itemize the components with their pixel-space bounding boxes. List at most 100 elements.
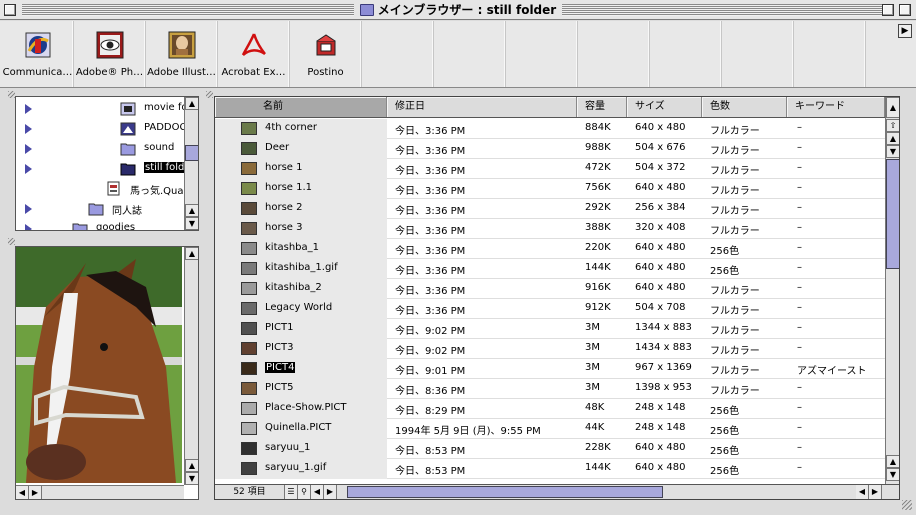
table-row[interactable]: horse 2 今日、3:36 PM 292K 256 x 384 フルカラー – <box>215 199 885 219</box>
launcher-empty-slot[interactable] <box>578 21 650 87</box>
cell-modified: 今日、3:36 PM <box>395 246 466 257</box>
table-row[interactable]: horse 1 今日、3:36 PM 472K 504 x 372 フルカラー – <box>215 159 885 179</box>
table-row[interactable]: Quinella.PICT 1994年 5月 9日 (月)、9:55 PM 44K 2… <box>215 419 885 439</box>
tree-item[interactable]: 同人誌 <box>16 199 184 219</box>
launcher-item-illustrator[interactable]: Adobe Illust… <box>146 21 218 87</box>
scroll-down-button[interactable]: ▼ <box>185 217 198 230</box>
disclosure-triangle-icon[interactable] <box>25 144 32 154</box>
cell-name: PICT4 <box>265 362 296 373</box>
scroll-up-button[interactable]: ▲ <box>185 204 198 217</box>
table-row[interactable]: PICT5 今日、8:36 PM 3M 1398 x 953 フルカラー – <box>215 379 885 399</box>
cell-name: horse 1.1 <box>265 182 313 193</box>
cell-colors: フルカラー <box>710 146 760 157</box>
preview-horizontal-scrollbar[interactable]: ◀ ▶ <box>16 485 184 499</box>
window-resize-grip[interactable] <box>902 500 912 510</box>
column-header-colors[interactable]: 色数 <box>702 97 787 117</box>
table-row[interactable]: horse 3 今日、3:36 PM 388K 320 x 408 フルカラー – <box>215 219 885 239</box>
scroll-to-top-button[interactable]: ⇧ <box>886 119 899 132</box>
table-row[interactable]: PICT1 今日、9:02 PM 3M 1344 x 883 フルカラー – <box>215 319 885 339</box>
cell-colors: フルカラー <box>710 206 760 217</box>
table-row[interactable]: horse 1.1 今日、3:36 PM 756K 640 x 480 フルカラー – <box>215 179 885 199</box>
launcher-empty-slot[interactable] <box>506 21 578 87</box>
disclosure-triangle-icon[interactable] <box>25 124 32 134</box>
disclosure-triangle-icon[interactable] <box>25 204 32 214</box>
collapse-box[interactable] <box>899 4 911 16</box>
scroll-up-button[interactable]: ▲ <box>185 247 198 260</box>
table-row[interactable]: PICT3 今日、9:02 PM 3M 1434 x 883 フルカラー – <box>215 339 885 359</box>
disclosure-triangle-icon[interactable] <box>25 164 32 174</box>
launcher-empty-slot[interactable] <box>650 21 722 87</box>
launcher-item-acrobat[interactable]: Acrobat Ex… <box>218 21 290 87</box>
scroll-up-button[interactable]: ▲ <box>886 455 899 468</box>
launcher-empty-slot[interactable] <box>362 21 434 87</box>
cell-modified: 今日、3:36 PM <box>395 126 466 137</box>
table-row[interactable]: saryuu_1 今日、8:53 PM 228K 640 x 480 256色 – <box>215 439 885 459</box>
preview-resize-grip[interactable] <box>8 238 15 245</box>
scroll-right-button[interactable]: ▶ <box>324 485 337 499</box>
scroll-right-button[interactable]: ▶ <box>29 486 42 499</box>
scroll-thumb[interactable] <box>185 145 198 161</box>
table-row[interactable]: kitashiba_2 今日、3:36 PM 916K 640 x 480 フルカラー – <box>215 279 885 299</box>
scroll-thumb[interactable] <box>886 159 899 269</box>
cell-size: 640 x 480 <box>635 442 686 453</box>
tree-scrollbar[interactable]: ▲ ▲ ▼ <box>184 97 198 230</box>
disclosure-triangle-icon[interactable] <box>25 104 32 114</box>
preview-vertical-scrollbar[interactable]: ▲ ▲ ▼ <box>184 247 198 485</box>
cell-modified: 今日、8:53 PM <box>395 446 466 457</box>
launcher-item-photoshop[interactable]: Adobe® Ph… <box>74 21 146 87</box>
launcher-label: Acrobat Ex… <box>221 67 286 78</box>
list-resize-grip[interactable] <box>206 91 213 98</box>
column-header-keywords[interactable]: キーワード <box>787 97 885 117</box>
launcher-item-communicator[interactable]: Communica… <box>2 21 74 87</box>
launcher-empty-slot[interactable] <box>794 21 866 87</box>
launcher-scroll-right-button[interactable]: ▶ <box>898 24 912 38</box>
column-sort-button[interactable]: ▲ <box>886 97 899 118</box>
launcher-item-postino[interactable]: Postino <box>290 21 362 87</box>
scroll-left-button[interactable]: ◀ <box>856 485 869 499</box>
scroll-down-button[interactable]: ▼ <box>185 472 198 485</box>
scroll-down-button[interactable]: ▼ <box>886 145 899 158</box>
cell-keyword: – <box>797 262 802 273</box>
image-thumbnail-icon <box>241 422 257 435</box>
column-header-modified[interactable]: 修正日 <box>387 97 577 117</box>
scroll-up-button[interactable]: ▲ <box>185 459 198 472</box>
cell-modified: 今日、8:53 PM <box>395 466 466 477</box>
table-row[interactable]: kitashba_1 今日、3:36 PM 220K 640 x 480 256色 – <box>215 239 885 259</box>
table-row[interactable]: saryuu_1.gif 今日、8:53 PM 144K 640 x 480 256色 – <box>215 459 885 479</box>
zoom-box[interactable] <box>882 4 894 16</box>
tree-resize-grip[interactable] <box>8 91 15 98</box>
launcher-empty-slot[interactable] <box>722 21 794 87</box>
scroll-down-button[interactable]: ▼ <box>886 468 899 481</box>
tree-item[interactable]: PADDOCK <box>16 119 193 139</box>
tree-item[interactable]: movie fo <box>16 99 188 119</box>
table-row[interactable]: Deer 今日、3:36 PM 988K 504 x 676 フルカラー – <box>215 139 885 159</box>
column-header-name[interactable]: 名前 <box>215 97 387 117</box>
tree-item[interactable]: 馬っ気.Quar <box>16 179 188 199</box>
scroll-right-button[interactable]: ▶ <box>869 485 882 499</box>
cell-modified: 今日、8:36 PM <box>395 386 466 397</box>
horizontal-scroll-thumb[interactable] <box>347 486 663 498</box>
tree-item[interactable]: goodies <box>16 219 184 230</box>
table-row[interactable]: Place-Show.PICT 今日、8:29 PM 48K 248 x 148 256… <box>215 399 885 419</box>
scroll-up-button[interactable]: ▲ <box>185 97 198 110</box>
table-row[interactable]: 4th corner 今日、3:36 PM 884K 640 x 480 フルカラー – <box>215 119 885 139</box>
column-header-capacity[interactable]: 容量 <box>577 97 627 117</box>
column-header-size[interactable]: サイズ <box>627 97 702 117</box>
tree-item[interactable]: sound <box>16 139 184 159</box>
image-thumbnail-icon <box>241 322 257 335</box>
list-view-icon[interactable]: ☰ <box>285 485 298 499</box>
scroll-left-button[interactable]: ◀ <box>311 485 324 499</box>
search-icon[interactable]: ⚲ <box>298 485 311 499</box>
scroll-up-button[interactable]: ▲ <box>886 132 899 145</box>
scroll-left-button[interactable]: ◀ <box>16 486 29 499</box>
table-row[interactable]: PICT4 今日、9:01 PM 3M 967 x 1369 フルカラー アズマイースト <box>215 359 885 379</box>
table-row[interactable]: kitashiba_1.gif 今日、3:36 PM 144K 640 x 480 25… <box>215 259 885 279</box>
launcher-empty-slot[interactable] <box>434 21 506 87</box>
list-vertical-scrollbar[interactable]: ▲ ⇧ ▲ ▼ ▲ ▼ <box>885 97 899 485</box>
table-row[interactable]: Legacy World 今日、3:36 PM 912K 504 x 708 フルカラー… <box>215 299 885 319</box>
cell-capacity: 3M <box>585 322 600 333</box>
disclosure-triangle-icon[interactable] <box>25 224 32 230</box>
cell-name: saryuu_1 <box>265 442 311 453</box>
title-bar[interactable]: メインブラウザー : still folder <box>0 0 916 20</box>
tree-item-selected[interactable]: still fold <box>16 159 186 179</box>
